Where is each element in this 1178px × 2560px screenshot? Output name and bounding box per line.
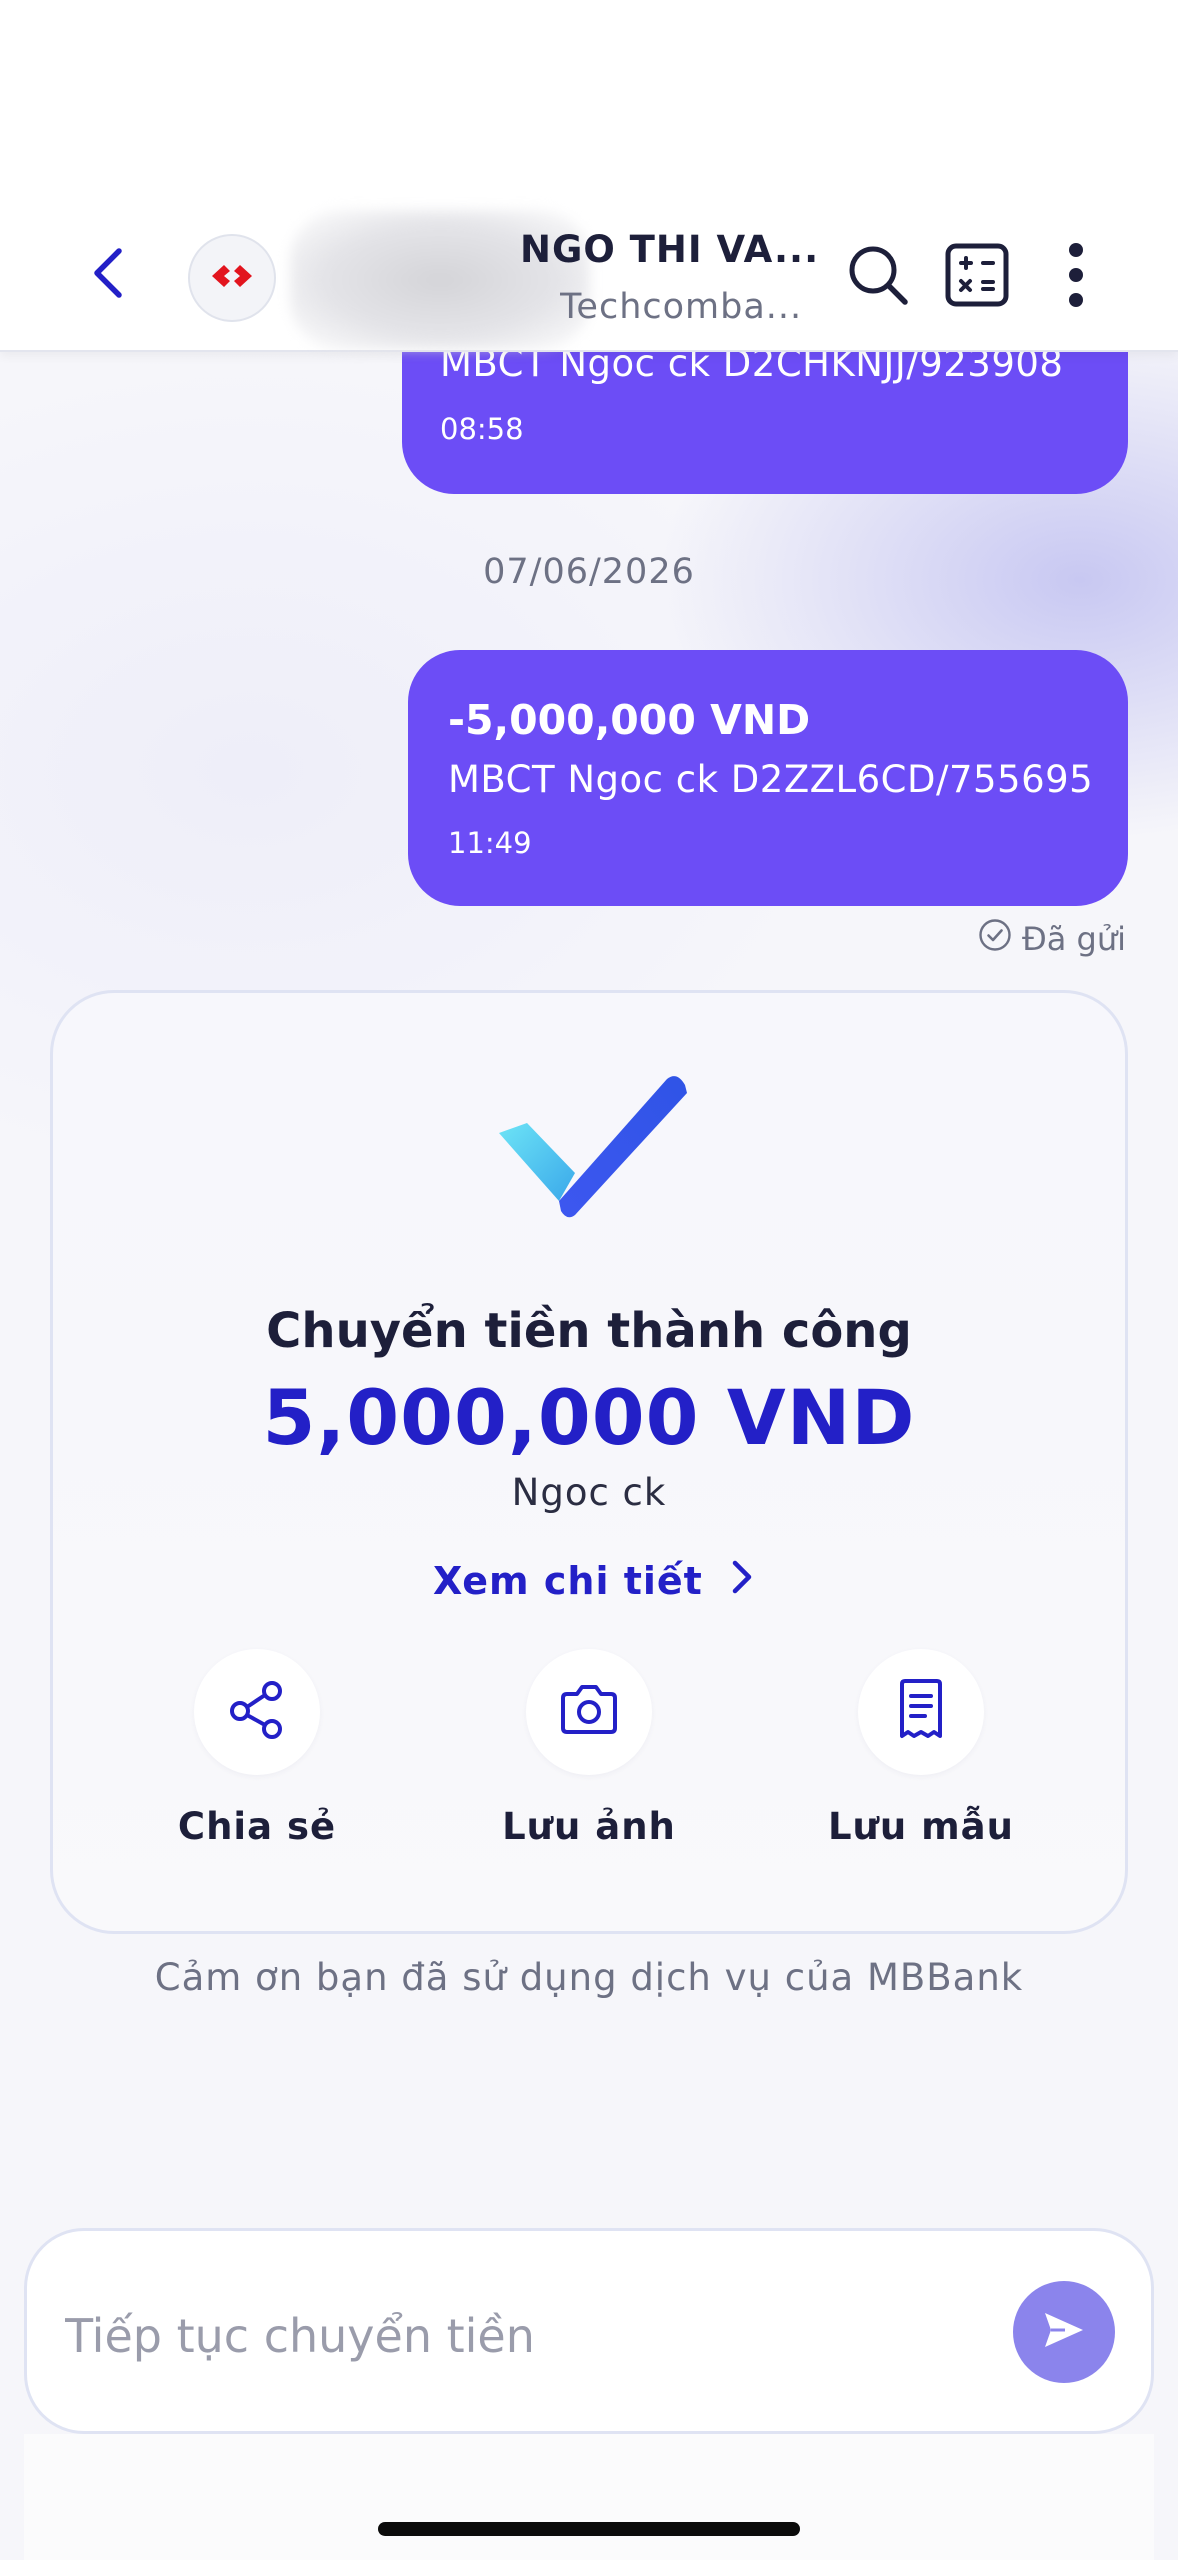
contact-name: NGO THI VA... <box>520 228 820 271</box>
message-description: MBCT Ngoc ck D2ZZL6CD/755695 <box>448 758 1094 801</box>
message-amount: -5,000,000 VND <box>448 696 811 744</box>
chevron-right-icon <box>731 1559 753 1603</box>
message-time: 08:58 <box>440 412 524 446</box>
sent-status: Đã gửi <box>978 918 1126 960</box>
result-title: Chuyển tiền thành công <box>266 1303 912 1359</box>
receipt-icon <box>894 1678 948 1746</box>
search-button[interactable] <box>838 240 918 314</box>
contact-bank: Techcomba... <box>560 287 803 327</box>
more-options-button[interactable] <box>1046 240 1106 314</box>
calculator-button[interactable] <box>940 240 1014 314</box>
camera-icon <box>557 1682 621 1742</box>
send-button[interactable] <box>1013 2281 1115 2383</box>
calculator-icon <box>945 243 1009 311</box>
bottom-panel <box>24 2434 1154 2560</box>
home-indicator[interactable] <box>378 2522 800 2536</box>
result-amount: 5,000,000 VND <box>262 1373 916 1462</box>
share-icon <box>226 1679 288 1745</box>
more-vertical-icon <box>1066 242 1086 312</box>
share-label: Chia sẻ <box>177 1805 337 1848</box>
date-separator: 07/06/2026 <box>483 552 695 592</box>
transfer-input-bar <box>24 2228 1154 2434</box>
save-image-button-circle <box>526 1649 652 1775</box>
bank-avatar[interactable] <box>188 234 276 322</box>
message-bubble[interactable]: -5,000,000 VND MBCT Ngoc ck D2ZZL6CD/755… <box>408 650 1128 906</box>
save-template-label: Lưu mẫu <box>827 1805 1014 1848</box>
techcombank-logo-icon <box>210 261 254 295</box>
transfer-result-card: Chuyển tiền thành công 5,000,000 VND Ngo… <box>50 990 1128 1934</box>
search-icon <box>845 242 911 312</box>
result-note: Ngoc ck <box>511 1471 667 1514</box>
chat-header: NGO THI VA... Techcomba... <box>0 0 1178 352</box>
message-time: 11:49 <box>448 826 532 860</box>
save-template-button[interactable]: Lưu mẫu <box>801 1649 1041 1848</box>
chevron-left-icon <box>91 247 125 303</box>
save-image-button[interactable]: Lưu ảnh <box>469 1649 709 1848</box>
share-button-circle <box>194 1649 320 1775</box>
continue-transfer-input[interactable] <box>65 2291 965 2381</box>
send-icon <box>1041 2307 1087 2357</box>
share-button[interactable]: Chia sẻ <box>137 1649 377 1848</box>
back-button[interactable] <box>80 240 136 310</box>
success-check-icon <box>489 1063 709 1233</box>
sent-status-label: Đã gửi <box>1021 920 1126 958</box>
check-circle-icon <box>978 918 1012 960</box>
view-details-link[interactable]: Xem chi tiết <box>433 1551 753 1611</box>
save-image-label: Lưu ảnh <box>502 1805 676 1848</box>
view-details-label: Xem chi tiết <box>433 1559 703 1603</box>
save-template-button-circle <box>858 1649 984 1775</box>
thanks-message: Cảm ơn bạn đã sử dụng dịch vụ của MBBank <box>154 1956 1024 1999</box>
